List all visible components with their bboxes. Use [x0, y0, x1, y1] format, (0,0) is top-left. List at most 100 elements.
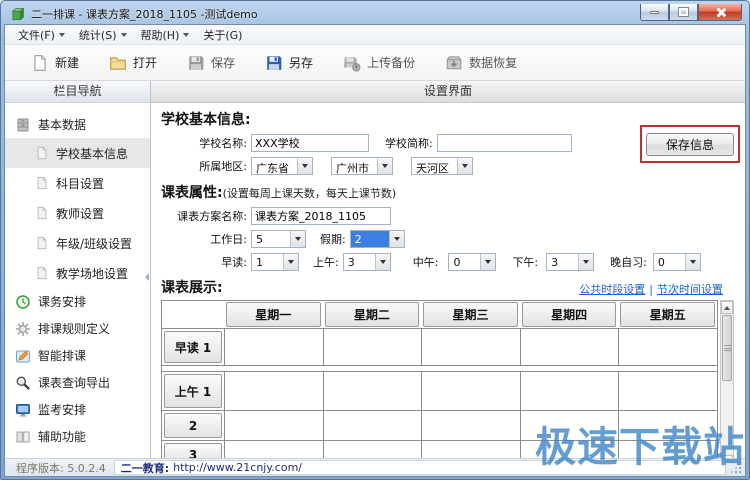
timetable-attrs-subtitle: (设置每周上课天数，每天上课节数)	[223, 187, 397, 200]
timetable-cell	[224, 441, 323, 458]
resize-grip[interactable]	[730, 462, 742, 474]
sidebar-item-label: 学校基本信息	[56, 145, 128, 162]
data-restore-button[interactable]: 数据恢复	[445, 54, 517, 72]
chevron-down-icon	[297, 158, 312, 174]
district-select[interactable]: 天河区	[411, 157, 473, 175]
scroll-up-icon[interactable]	[721, 301, 733, 314]
day-header-cell: 星期二	[323, 301, 422, 328]
brand-url-link[interactable]: http://www.21cnjy.com/	[173, 461, 302, 474]
save-button[interactable]: 保存	[187, 54, 235, 72]
upload-backup-icon	[343, 54, 361, 72]
row-label-morning-1[interactable]: 上午 1	[164, 374, 222, 408]
scrollbar-thumb[interactable]	[722, 315, 732, 381]
school-name-input[interactable]	[251, 134, 369, 152]
morning-reading-label: 早读:	[161, 254, 247, 270]
morning-reading-select[interactable]: 1	[251, 253, 299, 271]
maximize-button[interactable]	[669, 4, 698, 21]
new-button-label: 新建	[55, 54, 79, 71]
row-label-morning-reading-1[interactable]: 早读 1	[164, 331, 222, 363]
document-icon	[35, 266, 49, 280]
evening-select[interactable]: 0	[653, 253, 701, 271]
save-info-button[interactable]: 保存信息	[646, 133, 734, 156]
timetable-attrs-section-title: 课表属性:(设置每周上课天数，每天上课节数)	[161, 182, 741, 202]
am-select[interactable]: 3	[343, 253, 391, 271]
morning-reading-value: 1	[252, 254, 283, 270]
row-label-morning-3[interactable]: 3	[164, 443, 222, 458]
new-button[interactable]: 新建	[31, 54, 79, 72]
table-row: 2	[162, 410, 717, 440]
am-label: 上午:	[313, 254, 339, 270]
day-header-cell: 星期五	[618, 301, 717, 328]
status-bar: 程序版本: 5.0.2.4 二一教育: http://www.21cnjy.co…	[5, 458, 745, 476]
timetable-cell	[224, 372, 323, 410]
day-header-monday[interactable]: 星期一	[226, 302, 321, 327]
workday-select[interactable]: 5	[251, 230, 306, 248]
timetable-cell	[618, 411, 717, 440]
menu-stats[interactable]: 统计(S)	[72, 25, 134, 45]
plan-name-input[interactable]	[251, 207, 391, 225]
brand-label: 二一教育:	[121, 460, 169, 475]
sidebar-item-scheduling-rules[interactable]: 排课规则定义	[5, 315, 150, 342]
minimize-button[interactable]	[640, 4, 669, 21]
close-button[interactable]	[698, 4, 742, 21]
sidebar-item-teachers[interactable]: 教师设置	[5, 198, 150, 228]
sidebar-item-label: 辅助功能	[38, 428, 86, 445]
row-label-morning-2[interactable]: 2	[164, 413, 222, 438]
open-button[interactable]: 打开	[109, 54, 157, 72]
sidebar-item-venues[interactable]: 教学场地设置	[5, 258, 150, 288]
sidebar-item-query-export[interactable]: 课表查询导出	[5, 369, 150, 396]
timetable-cell	[520, 441, 619, 458]
province-select[interactable]: 广东省	[251, 157, 313, 175]
upload-backup-button[interactable]: 上传备份	[343, 54, 415, 72]
sidebar-item-grades-classes[interactable]: 年级/班级设置	[5, 228, 150, 258]
sidebar-item-smart-scheduling[interactable]: 智能排课	[5, 342, 150, 369]
day-header-friday[interactable]: 星期五	[620, 302, 715, 327]
holiday-label: 假期:	[320, 231, 346, 247]
region-label: 所属地区:	[161, 158, 247, 174]
page-title: 设置界面	[151, 81, 745, 103]
open-button-label: 打开	[133, 54, 157, 71]
period-time-settings-link[interactable]: 节次时间设置	[657, 283, 723, 296]
timetable-corner-cell	[162, 301, 224, 328]
save-button-label: 保存	[211, 54, 235, 71]
public-timeslot-settings-link[interactable]: 公共时段设置	[579, 283, 645, 296]
school-name-label: 学校名称:	[161, 135, 247, 151]
save-as-button-label: 另存	[289, 54, 313, 71]
day-header-tuesday[interactable]: 星期二	[325, 302, 420, 327]
sidebar-item-subjects[interactable]: 科目设置	[5, 168, 150, 198]
sidebar-collapse-icon[interactable]	[143, 266, 150, 288]
pencil-icon	[15, 348, 31, 364]
chevron-down-icon	[457, 158, 472, 174]
city-value: 广州市	[332, 158, 377, 174]
minimize-icon	[650, 11, 659, 14]
sidebar: 栏目导航 基本数据 学校基本信息 科目设置	[5, 81, 151, 458]
noon-value: 0	[449, 254, 480, 270]
plan-name-label: 课表方案名称:	[161, 208, 247, 224]
holiday-select[interactable]: 2	[350, 230, 405, 248]
save-as-button[interactable]: 另存	[265, 54, 313, 72]
noon-select[interactable]: 0	[448, 253, 496, 271]
timetable-cell	[224, 329, 323, 365]
sidebar-item-school-info[interactable]: 学校基本信息	[5, 138, 150, 168]
menu-help[interactable]: 帮助(H)	[134, 25, 197, 45]
chevron-down-icon	[377, 158, 392, 174]
menu-file[interactable]: 文件(F)	[11, 25, 72, 45]
sidebar-item-basic-data[interactable]: 基本数据	[5, 111, 150, 138]
chevron-down-icon	[389, 231, 404, 247]
city-select[interactable]: 广州市	[331, 157, 393, 175]
menu-about[interactable]: 关于(G)	[196, 25, 249, 45]
menu-help-label: 帮助(H)	[141, 27, 180, 43]
pm-select[interactable]: 3	[546, 253, 594, 271]
gear-icon	[15, 321, 31, 337]
day-header-thursday[interactable]: 星期四	[522, 302, 617, 327]
day-header-cell: 星期一	[224, 301, 323, 328]
day-header-wednesday[interactable]: 星期三	[423, 302, 518, 327]
vertical-scrollbar[interactable]	[720, 300, 734, 458]
sidebar-item-aux-functions[interactable]: 辅助功能	[5, 423, 150, 450]
timetable-cell	[421, 329, 520, 365]
table-row: 3	[162, 440, 717, 458]
sidebar-item-course-arrangement[interactable]: 课务安排	[5, 288, 150, 315]
school-abbr-input[interactable]	[437, 134, 572, 152]
table-row: 早读 1	[162, 329, 717, 365]
sidebar-item-invigilation[interactable]: 监考安排	[5, 396, 150, 423]
